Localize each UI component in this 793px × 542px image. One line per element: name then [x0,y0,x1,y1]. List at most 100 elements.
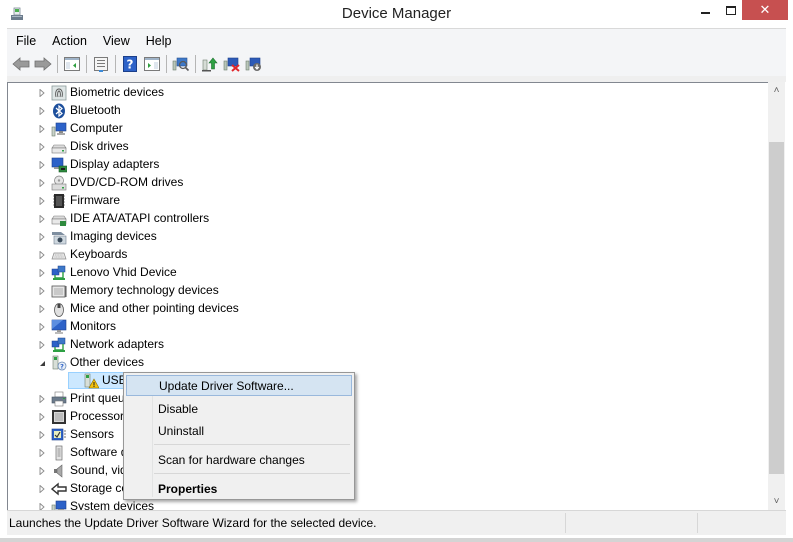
toolbar-separator [195,55,196,73]
expand-arrow-icon[interactable] [38,143,46,151]
expand-arrow-icon[interactable] [38,341,46,349]
expand-arrow-icon[interactable] [38,197,46,205]
tree-item-network-adapters[interactable]: Network adapters [8,336,708,354]
menu-item-update-driver[interactable]: Update Driver Software... [126,375,352,396]
processor-icon [52,410,66,424]
toolbar-separator [166,55,167,73]
tree-item-disk-drives[interactable]: Disk drives [8,138,708,156]
forward-button[interactable] [32,53,54,75]
menu-view[interactable]: View [95,34,138,48]
expand-arrow-icon[interactable] [38,485,46,493]
vertical-scrollbar[interactable]: ˄ ˅ [768,82,785,510]
update-driver-icon [202,57,218,72]
tree-item-firmware[interactable]: Firmware [8,192,708,210]
tree-item-sound-video-and-game-controllers[interactable]: Sound, video and game controllers [8,462,708,480]
uninstall-device-icon [223,57,240,72]
svg-text:?: ? [60,363,64,371]
expand-arrow-icon[interactable] [38,251,46,259]
properties-button[interactable] [90,53,112,75]
expand-arrow-icon[interactable] [38,413,46,421]
menu-bar: File Action View Help [7,28,786,53]
tree-item-memory-technology-devices[interactable]: Memory technology devices [8,282,708,300]
tree-item-label: Network adapters [70,337,165,351]
menu-item-uninstall[interactable]: Uninstall [126,420,352,441]
scroll-thumb[interactable] [769,142,784,474]
tree-item-lenovo-vhid-device[interactable]: Lenovo Vhid Device [8,264,708,282]
tree-item-label: Computer [70,121,123,135]
disable-device-button[interactable] [243,53,265,75]
close-button[interactable]: ✕ [742,0,788,20]
storage-controller-icon [51,482,67,496]
expand-arrow-icon[interactable] [38,305,46,313]
status-divider [565,513,566,533]
device-tree: Biometric devices Bluetooth Computer Disk d… [7,82,770,511]
expand-arrow-icon[interactable] [38,467,46,475]
help-button[interactable]: ? [119,53,141,75]
disk-drive-icon [51,144,67,154]
expand-arrow-icon[interactable] [38,179,46,187]
scan-hardware-button[interactable] [170,53,192,75]
tree-item-label: IDE ATA/ATAPI controllers [70,211,210,225]
toolbar: ? [7,52,786,76]
expand-arrow-icon[interactable] [38,89,46,97]
bluetooth-icon [53,103,65,119]
update-driver-button[interactable] [199,53,221,75]
tree-item-print-queues[interactable]: Print queues [8,390,708,408]
tree-item-usbas[interactable]: USBas [8,372,708,390]
expand-arrow-icon[interactable] [38,233,46,241]
minimize-button[interactable] [692,0,718,20]
tree-item-biometric-devices[interactable]: Biometric devices [8,84,708,102]
menu-item-label: Update Driver Software... [159,378,294,393]
forward-arrow-icon [34,57,52,71]
camera-icon [52,232,67,245]
monitor-icon [51,319,67,334]
scroll-up-button[interactable]: ˄ [768,82,785,99]
tree-item-storage-controllers[interactable]: Storage controllers [8,480,708,498]
menu-action[interactable]: Action [44,34,95,48]
expand-arrow-icon[interactable] [38,395,46,403]
tree-item-monitors[interactable]: Monitors [8,318,708,336]
tree-item-computer[interactable]: Computer [8,120,708,138]
menu-file[interactable]: File [7,34,44,48]
expand-arrow-icon[interactable] [38,323,46,331]
menu-item-properties[interactable]: Properties [126,478,352,499]
tree-item-sensors[interactable]: Sensors [8,426,708,444]
menu-help[interactable]: Help [138,34,180,48]
expand-arrow-icon[interactable] [38,431,46,439]
expand-arrow-icon[interactable] [38,269,46,277]
tree-item-label: Lenovo Vhid Device [70,265,177,279]
menu-item-scan-hardware[interactable]: Scan for hardware changes [126,449,352,470]
tree-item-ide-ata-atapi-controllers[interactable]: IDE ATA/ATAPI controllers [8,210,708,228]
tree-item-imaging-devices[interactable]: Imaging devices [8,228,708,246]
tree-item-display-adapters[interactable]: Display adapters [8,156,708,174]
tree-item-processors[interactable]: Processors [8,408,708,426]
tree-item-label: Keyboards [70,247,128,261]
disable-device-icon [245,57,261,71]
expand-arrow-icon[interactable] [38,107,46,115]
expand-arrow-icon[interactable] [38,125,46,133]
scroll-down-button[interactable]: ˅ [768,493,785,510]
expand-arrow-icon[interactable] [38,215,46,223]
collapse-arrow-icon[interactable] [38,359,46,367]
toolbar-separator [115,55,116,73]
maximize-button[interactable] [718,0,744,20]
tree-item-other-devices[interactable]: ? Other devices [8,354,708,372]
back-button[interactable] [10,53,32,75]
expand-arrow-icon[interactable] [38,287,46,295]
uninstall-device-button[interactable] [221,53,243,75]
tree-item-label: Processors [70,409,131,423]
title-bar: Device Manager ✕ [0,0,793,28]
tree-item-bluetooth[interactable]: Bluetooth [8,102,708,120]
show-hide-action-pane-button[interactable] [141,53,163,75]
properties-icon [94,57,108,72]
tree-item-label: Other devices [70,355,145,369]
tree-item-software-devices[interactable]: Software devices [8,444,708,462]
tree-item-keyboards[interactable]: Keyboards [8,246,708,264]
expand-arrow-icon[interactable] [38,161,46,169]
expand-arrow-icon[interactable] [38,449,46,457]
tree-item-label: Sensors [70,427,115,441]
tree-item-dvd-cd-rom-drives[interactable]: DVD/CD-ROM drives [8,174,708,192]
tree-item-mice-and-other-pointing-devices[interactable]: Mice and other pointing devices [8,300,708,318]
menu-item-disable[interactable]: Disable [126,398,352,419]
show-hide-console-tree-button[interactable] [61,53,83,75]
